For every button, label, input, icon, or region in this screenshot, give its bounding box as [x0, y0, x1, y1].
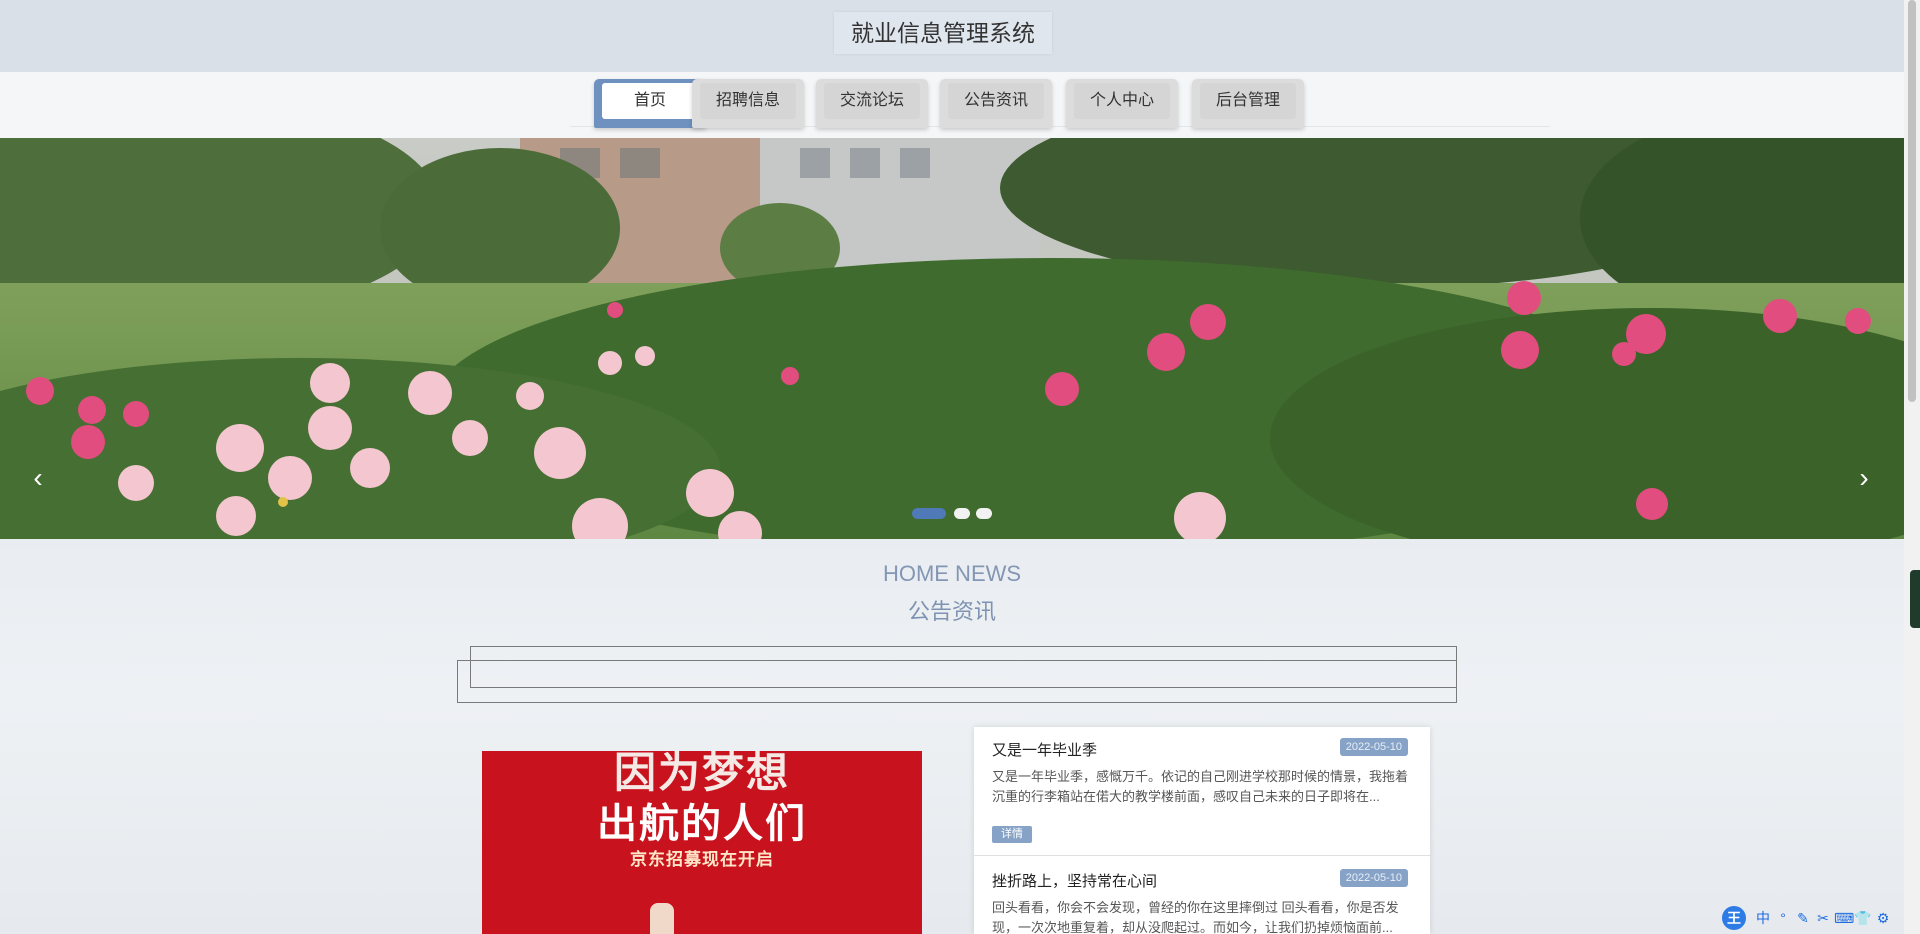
nav-item-label: 首页 — [602, 83, 698, 119]
nav-item-admin[interactable]: 后台管理 — [1192, 79, 1304, 128]
ime-punctuation-icon[interactable]: ° — [1774, 908, 1792, 928]
poster-subheadline: 出航的人们 — [597, 802, 807, 846]
banner-dot-active[interactable] — [912, 508, 946, 519]
news-detail-button[interactable]: 详情 — [992, 826, 1032, 843]
site-title: 就业信息管理系统 — [834, 12, 1052, 54]
nav-item-jobs[interactable]: 招聘信息 — [692, 79, 804, 128]
nav-item-label: 后台管理 — [1200, 83, 1296, 119]
nav-item-label: 交流论坛 — [824, 83, 920, 119]
section-heading-cn: 公告资讯 — [907, 599, 996, 624]
banner-dot[interactable] — [976, 508, 992, 519]
banner-next-arrow[interactable]: › — [1852, 462, 1876, 494]
nav-item-announcements[interactable]: 公告资讯 — [940, 79, 1052, 128]
nav-item-personal-center[interactable]: 个人中心 — [1066, 79, 1178, 128]
news-item[interactable]: 又是一年毕业季 2022-05-10 又是一年毕业季，感慨万千。依记的自己刚进学… — [974, 727, 1430, 855]
banner-carousel[interactable]: ‹ › — [0, 138, 1904, 539]
news-title[interactable]: 挫折路上，坚持常在心间 — [992, 870, 1157, 891]
news-date-badge: 2022-05-10 — [1339, 869, 1408, 887]
scrollbar-thumb[interactable] — [1908, 0, 1916, 402]
section-heading-en: HOME NEWS — [882, 561, 1022, 586]
page-scrollbar[interactable] — [1904, 0, 1920, 934]
poster-figure — [650, 903, 674, 934]
poster-tagline: 京东招募现在开启 — [630, 850, 774, 869]
news-list: 又是一年毕业季 2022-05-10 又是一年毕业季，感慨万千。依记的自己刚进学… — [974, 727, 1430, 934]
news-excerpt: 回头看看，你会不会发现，曾经的你在这里摔倒过 回头看看，你是否发现，一次次地重复… — [992, 900, 1399, 934]
banner-prev-arrow[interactable]: ‹ — [26, 462, 50, 494]
nav-item-label: 个人中心 — [1074, 83, 1170, 119]
ime-chinese-mode-icon[interactable]: 中 — [1754, 908, 1772, 928]
news-title[interactable]: 又是一年毕业季 — [992, 739, 1097, 760]
news-excerpt: 又是一年毕业季，感慨万千。依记的自己刚进学校那时候的情景，我拖着沉重的行李箱站在… — [992, 769, 1409, 804]
news-date-badge: 2022-05-10 — [1339, 738, 1408, 756]
ime-toolbar: 王 中 ° ✎ ✂ ⌨ 👕 ⚙ — [1722, 906, 1900, 930]
ime-screenshot-icon[interactable]: ✂ — [1814, 908, 1832, 928]
banner-image — [0, 138, 1904, 539]
nav-item-label: 公告资讯 — [948, 83, 1044, 119]
decorative-frame — [457, 660, 1457, 703]
ime-logo-icon[interactable]: 王 — [1722, 906, 1746, 930]
nav-item-label: 招聘信息 — [700, 83, 796, 119]
banner-dot[interactable] — [954, 508, 970, 519]
nav-item-forum[interactable]: 交流论坛 — [816, 79, 928, 128]
ime-skin-icon[interactable]: 👕 — [1854, 908, 1872, 928]
ime-handwriting-icon[interactable]: ✎ — [1794, 908, 1812, 928]
ime-settings-icon[interactable]: ⚙ — [1874, 908, 1892, 928]
ime-keyboard-icon[interactable]: ⌨ — [1834, 908, 1854, 928]
feature-poster[interactable]: 因为梦想 出航的人们 京东招募现在开启 — [482, 751, 922, 934]
news-item[interactable]: 挫折路上，坚持常在心间 2022-05-10 回头看看，你会不会发现，曾经的你在… — [974, 856, 1430, 934]
nav-item-home[interactable]: 首页 — [594, 79, 706, 128]
side-float-tab[interactable] — [1910, 570, 1920, 628]
